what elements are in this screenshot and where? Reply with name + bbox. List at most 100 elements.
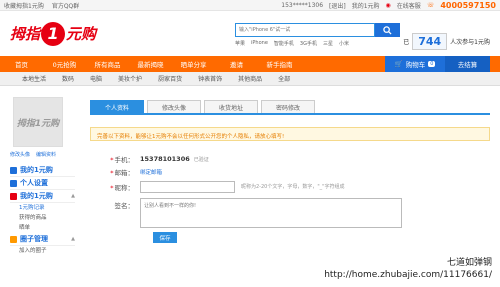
service-link[interactable]: 在线客服 xyxy=(397,1,421,10)
sidebar-item-label: 圈子管理 xyxy=(20,235,48,243)
hot-keyword[interactable]: iPhone xyxy=(251,40,268,47)
category-item[interactable]: 钟表首饰 xyxy=(198,74,222,83)
hotline-number: 4000597150 xyxy=(440,0,496,10)
nav-item-guide[interactable]: 新手指南 xyxy=(258,59,301,69)
watermark-line2: http://home.zhubajie.com/11176661/ xyxy=(324,270,492,280)
top-bar-left: 收藏拇指1元购 官方QQ群 xyxy=(4,1,79,10)
nickname-hint: 昵称为2-20个文字，字母，数字，"_"字符组成 xyxy=(241,184,345,190)
main-content: 个人资料 修改头像 收货地址 密码修改 完善以下资料，能够让1元购不会以任何形式… xyxy=(90,100,490,243)
category-item[interactable]: 全部 xyxy=(278,74,290,83)
my-account-link[interactable]: 我的1元购 xyxy=(352,1,380,10)
sidebar-item-circles[interactable]: 圈子管理 ▲ xyxy=(10,233,75,246)
nav-item-home[interactable]: 首页 xyxy=(0,59,43,69)
sidebar-item-label: 个人设置 xyxy=(20,179,48,187)
nav-item-invite[interactable]: 邀请 xyxy=(215,59,258,69)
bind-email-link[interactable]: 绑定邮箱 xyxy=(140,168,162,176)
phone-status: 已验证 xyxy=(193,156,209,163)
phone-label: *手机： xyxy=(110,156,134,164)
nickname-label: *昵称： xyxy=(110,183,134,192)
phone-value: 15378101306 xyxy=(140,155,190,163)
avatar-logo: 拇指1元购 xyxy=(16,118,60,129)
sidebar-item-my-purchases[interactable]: 我的1元购 ▲ xyxy=(10,190,75,203)
favorite-link[interactable]: 收藏拇指1元购 xyxy=(4,1,44,10)
hot-keyword[interactable]: 小米 xyxy=(339,40,349,47)
sidebar-item-label: 我的1元购 xyxy=(20,166,53,174)
hot-keyword[interactable]: 3G手机 xyxy=(300,40,317,47)
home-icon xyxy=(10,166,17,174)
signature-row: 签名： xyxy=(90,198,490,228)
sidebar: 拇指1元购 修改头像 编辑资料 我的1元购 个人设置 我的1元购 ▲ 1元购记录… xyxy=(10,97,75,256)
logo-suffix: 元购 xyxy=(66,25,97,43)
user-icon xyxy=(10,179,17,187)
nav-item-share[interactable]: 晒单分享 xyxy=(172,59,215,69)
hot-keyword[interactable]: 三星 xyxy=(323,40,333,47)
search-input[interactable] xyxy=(235,23,375,37)
main-nav: 首页 0元抢购 所有商品 最新揭晓 晒单分享 邀请 新手指南 🛒 购物车 0 去… xyxy=(0,56,500,72)
collapse-icon[interactable]: ▲ xyxy=(71,193,75,199)
avatar-links: 修改头像 编辑资料 xyxy=(10,151,75,158)
profile-tabs: 个人资料 修改头像 收货地址 密码修改 xyxy=(90,100,490,115)
search-button[interactable] xyxy=(375,23,400,37)
category-item[interactable]: 厨家百货 xyxy=(158,74,182,83)
weibo-icon[interactable]: ◉ xyxy=(386,2,391,9)
top-bar-right: 153*****1306 [退出] 我的1元购 ◉ 在线客服 ☏ 4000597… xyxy=(281,1,496,10)
top-bar: 收藏拇指1元购 官方QQ群 153*****1306 [退出] 我的1元购 ◉ … xyxy=(0,0,500,11)
site-logo[interactable]: 拇指 1 元购 xyxy=(10,21,97,46)
cart-label: 购物车 xyxy=(405,61,426,69)
settle-button[interactable]: 去结算 xyxy=(445,56,490,72)
sidebar-item-label: 我的1元购 xyxy=(20,192,53,200)
header: 拇指 1 元购 苹果 iPhone 智能手机 3G手机 三星 小米 已 744 … xyxy=(0,11,500,56)
group-icon xyxy=(10,235,17,243)
user-phone: 153*****1306 xyxy=(281,1,324,9)
tab-change-password[interactable]: 密码修改 xyxy=(261,100,315,113)
category-item[interactable]: 数码 xyxy=(62,74,74,83)
tab-personal-info[interactable]: 个人资料 xyxy=(90,100,144,113)
tab-change-avatar[interactable]: 修改头像 xyxy=(147,100,201,113)
bag-icon xyxy=(10,192,17,200)
hot-keyword[interactable]: 智能手机 xyxy=(274,40,294,47)
nickname-row: *昵称： 昵称为2-20个文字，字母，数字，"_"字符组成 xyxy=(90,179,490,194)
counter-prefix: 已 xyxy=(403,39,410,46)
nav-item-all-products[interactable]: 所有商品 xyxy=(86,59,129,69)
sidebar-item-my-account[interactable]: 我的1元购 xyxy=(10,164,75,177)
search-area: 苹果 iPhone 智能手机 3G手机 三星 小米 xyxy=(235,23,400,47)
sidebar-subitem-records[interactable]: 1元购记录 xyxy=(10,203,75,213)
category-item[interactable]: 美妆个护 xyxy=(118,74,142,83)
logo-number: 1 xyxy=(41,21,66,46)
phone-row: *手机： 15378101306 已验证 xyxy=(90,153,490,165)
category-item[interactable]: 其他商品 xyxy=(238,74,262,83)
qq-group-link[interactable]: 官方QQ群 xyxy=(52,1,79,10)
edit-profile-link[interactable]: 编辑资料 xyxy=(36,151,56,158)
email-label: *邮箱： xyxy=(110,169,134,177)
hot-keywords: 苹果 iPhone 智能手机 3G手机 三星 小米 xyxy=(235,40,400,47)
sidebar-subitem-joined-circles[interactable]: 加入的圈子 xyxy=(10,246,75,256)
logout-link[interactable]: [退出] xyxy=(329,1,346,10)
counter-suffix: 人次参与1元购 xyxy=(450,39,490,46)
participation-counter: 已 744 人次参与1元购 xyxy=(403,33,490,50)
nav-item-zero-buy[interactable]: 0元抢购 xyxy=(43,59,86,69)
watermark: 七道如弹钢 http://home.zhubajie.com/11176661/ xyxy=(324,257,492,281)
privacy-notice: 完善以下资料，能够让1元购不会以任何形式公开您的个人隐私，请放心填写! xyxy=(90,127,490,141)
category-item[interactable]: 本地生活 xyxy=(22,74,46,83)
search-icon xyxy=(383,25,392,35)
signature-label: 签名： xyxy=(114,202,135,210)
nickname-input[interactable] xyxy=(140,180,235,193)
counter-value: 744 xyxy=(412,33,448,50)
profile-form: *手机： 15378101306 已验证 *邮箱： 绑定邮箱 *昵称： 昵称为2… xyxy=(90,153,490,243)
tab-shipping-address[interactable]: 收货地址 xyxy=(204,100,258,113)
category-item[interactable]: 电脑 xyxy=(90,74,102,83)
sidebar-subitem-won[interactable]: 获得的商品 xyxy=(10,213,75,223)
nav-item-latest[interactable]: 最新揭晓 xyxy=(129,59,172,69)
signature-textarea[interactable] xyxy=(140,198,402,228)
sidebar-subitem-share[interactable]: 晒单 xyxy=(10,223,75,233)
cart-count: 0 xyxy=(428,61,436,67)
watermark-line1: 七道如弹钢 xyxy=(446,258,492,268)
collapse-icon[interactable]: ▲ xyxy=(71,236,75,242)
avatar[interactable]: 拇指1元购 xyxy=(13,97,63,147)
cart-button[interactable]: 🛒 购物车 0 xyxy=(385,56,445,72)
save-button[interactable]: 保存 xyxy=(153,232,177,243)
change-avatar-link[interactable]: 修改头像 xyxy=(10,151,30,158)
hot-keyword[interactable]: 苹果 xyxy=(235,40,245,47)
sidebar-item-settings[interactable]: 个人设置 xyxy=(10,177,75,190)
category-nav: 本地生活 数码 电脑 美妆个护 厨家百货 钟表首饰 其他商品 全部 xyxy=(0,72,500,86)
